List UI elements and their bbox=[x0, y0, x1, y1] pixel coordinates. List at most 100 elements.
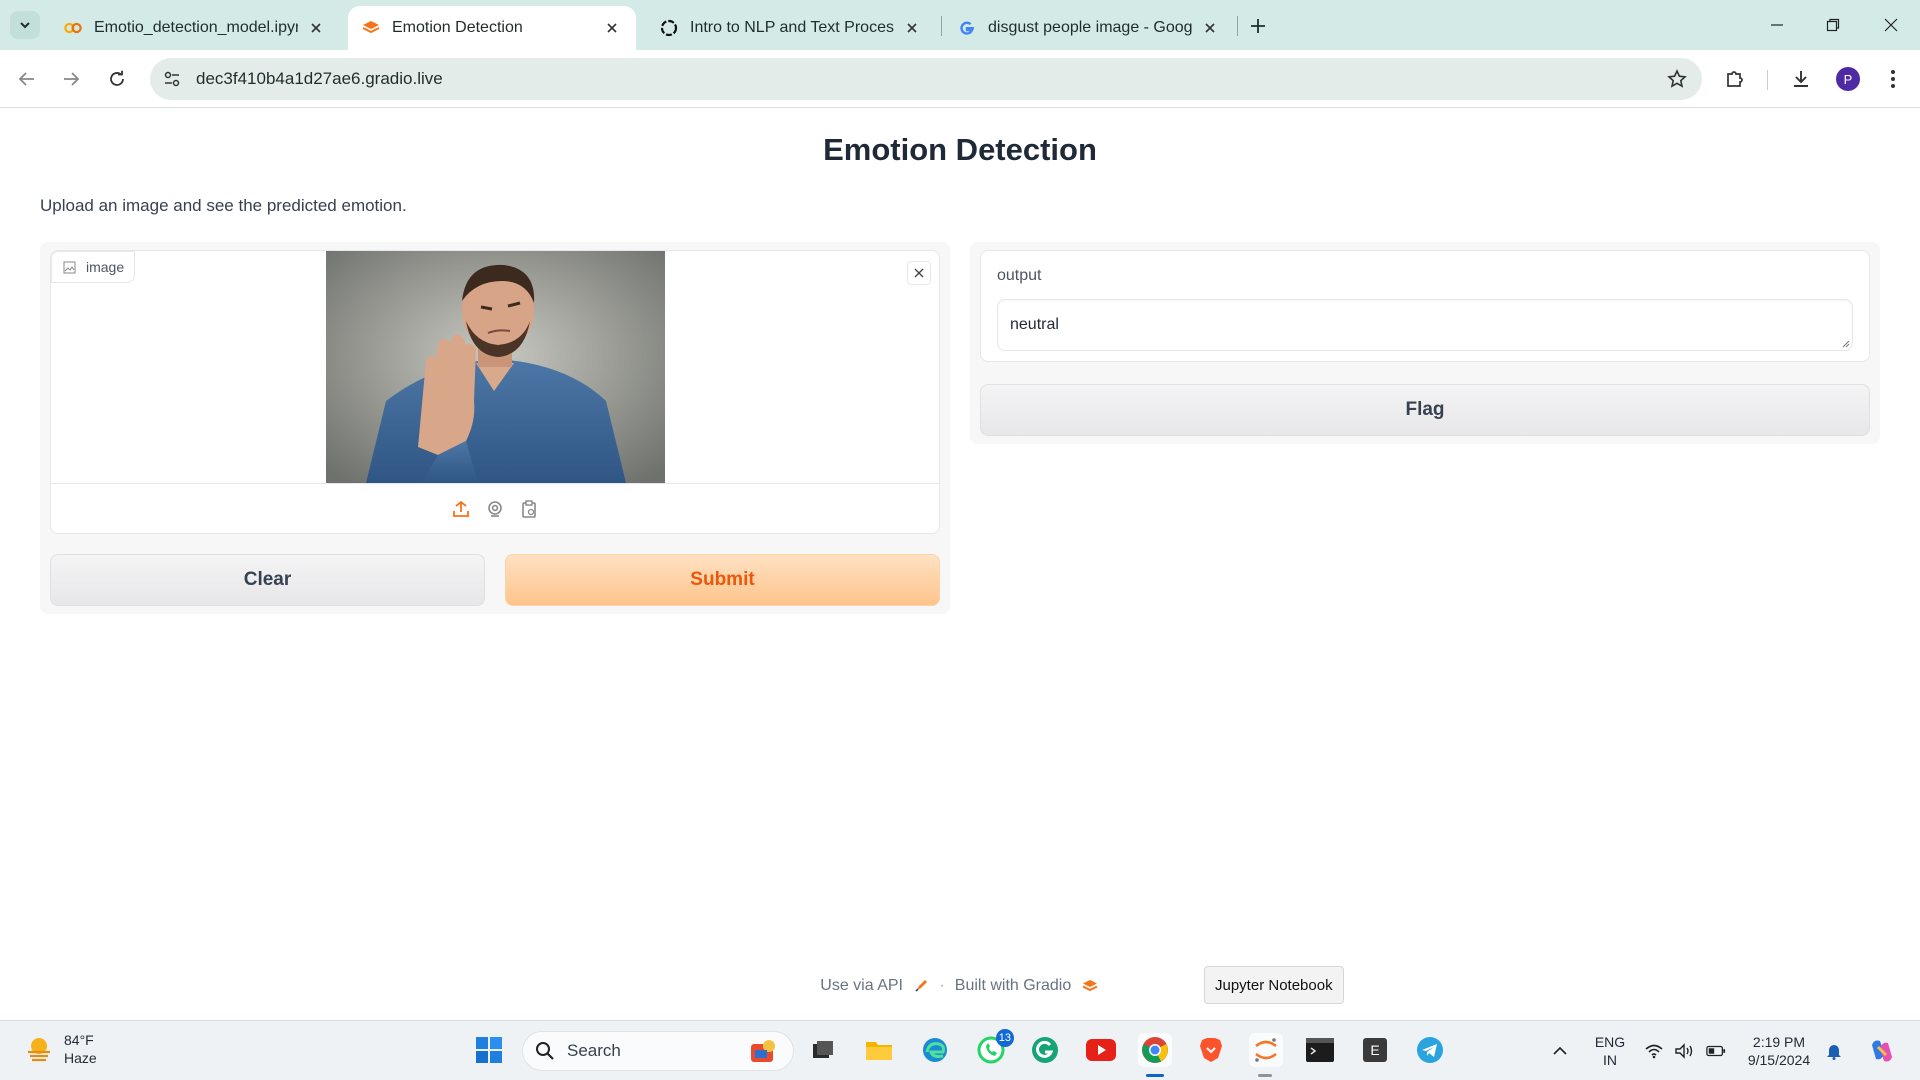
built-with-text: Built with Gradio bbox=[954, 977, 1072, 994]
api-link-text: Use via API bbox=[820, 977, 903, 994]
footer-separator: · bbox=[939, 977, 945, 994]
tab-colab[interactable]: Emotio_detection_model.ipynb bbox=[50, 6, 340, 50]
browser-menu-button[interactable] bbox=[1880, 66, 1906, 92]
back-button[interactable] bbox=[14, 66, 40, 92]
edge-icon bbox=[923, 1038, 947, 1062]
youtube-app[interactable] bbox=[1084, 1033, 1118, 1067]
minimize-button[interactable] bbox=[1764, 12, 1790, 38]
close-window-button[interactable] bbox=[1878, 12, 1904, 38]
wifi-icon[interactable] bbox=[1644, 1041, 1664, 1061]
address-bar[interactable]: dec3f410b4a1d27ae6.gradio.live bbox=[150, 58, 1702, 100]
plus-icon bbox=[1251, 19, 1265, 33]
close-tab-icon[interactable] bbox=[1200, 18, 1220, 38]
terminal-icon bbox=[1306, 1038, 1334, 1062]
output-value: neutral bbox=[1010, 316, 1059, 333]
taskbar-search-label: Search bbox=[567, 1041, 621, 1060]
taskbar-tooltip: Jupyter Notebook bbox=[1204, 966, 1344, 1004]
openai-icon bbox=[660, 19, 678, 37]
image-source-bar bbox=[51, 483, 939, 533]
task-view-button[interactable] bbox=[806, 1033, 840, 1067]
search-highlight-icon bbox=[751, 1040, 775, 1062]
forward-button[interactable] bbox=[58, 66, 84, 92]
tab-title: Emotio_detection_model.ipynb bbox=[94, 19, 298, 36]
page-footer: Use via API · Built with Gradio bbox=[0, 977, 1920, 995]
volume-icon[interactable] bbox=[1674, 1041, 1694, 1061]
minimize-icon bbox=[1771, 24, 1783, 26]
extensions-button[interactable] bbox=[1722, 66, 1748, 92]
tab-separator bbox=[1237, 16, 1238, 36]
weather-widget[interactable]: 84°F Haze bbox=[24, 1031, 97, 1067]
edge-app[interactable] bbox=[918, 1033, 952, 1067]
haze-sun-icon bbox=[28, 1038, 50, 1062]
brave-lion-icon bbox=[1200, 1038, 1222, 1062]
taskbar-search[interactable]: Search bbox=[522, 1031, 794, 1071]
region-code: IN bbox=[1603, 1052, 1617, 1068]
clock-time: 2:19 PM bbox=[1752, 1034, 1806, 1050]
start-button[interactable] bbox=[472, 1033, 506, 1067]
tab-search-button[interactable] bbox=[10, 11, 40, 39]
tab-title: Emotion Detection bbox=[392, 19, 523, 36]
image-label-text: image bbox=[86, 259, 125, 275]
arrow-right-icon bbox=[64, 72, 80, 86]
image-input-label: image bbox=[51, 251, 136, 283]
arrow-left-icon bbox=[18, 72, 34, 86]
telegram-app[interactable] bbox=[1413, 1033, 1447, 1067]
clipboard-source-button[interactable] bbox=[518, 498, 540, 520]
profile-avatar[interactable]: P bbox=[1836, 67, 1860, 91]
image-icon bbox=[62, 260, 76, 274]
flag-button[interactable]: Flag bbox=[980, 384, 1870, 436]
file-explorer-app[interactable] bbox=[862, 1033, 896, 1067]
copilot-icon[interactable] bbox=[1868, 1037, 1896, 1065]
resize-handle-icon[interactable] bbox=[1840, 338, 1850, 348]
close-tab-icon[interactable] bbox=[902, 18, 922, 38]
uploaded-photo bbox=[326, 251, 665, 483]
language-code: ENG bbox=[1594, 1034, 1626, 1050]
clear-button[interactable]: Clear bbox=[50, 554, 485, 606]
clock-date: 9/15/2024 bbox=[1747, 1052, 1811, 1068]
output-textbox[interactable]: neutral bbox=[997, 299, 1853, 351]
chrome-app[interactable] bbox=[1138, 1033, 1172, 1067]
tab-emotion-detection[interactable]: Emotion Detection bbox=[348, 6, 636, 50]
language-indicator[interactable]: ENG IN bbox=[1592, 1033, 1628, 1069]
tab-title: disgust people image - Google bbox=[988, 19, 1192, 36]
tab-intro-nlp[interactable]: Intro to NLP and Text Processing bbox=[646, 6, 936, 50]
terminal-app[interactable] bbox=[1303, 1033, 1337, 1067]
bookmark-star-icon[interactable] bbox=[1666, 68, 1688, 90]
running-app-indicator bbox=[1258, 1074, 1272, 1077]
close-tab-icon[interactable] bbox=[602, 18, 622, 38]
page-title: Emotion Detection bbox=[823, 132, 1097, 167]
brave-app[interactable] bbox=[1194, 1033, 1228, 1067]
rocket-icon bbox=[915, 979, 928, 992]
image-input[interactable]: image bbox=[50, 250, 940, 534]
system-clock[interactable]: 2:19 PM 9/15/2024 bbox=[1742, 1033, 1816, 1069]
upload-icon bbox=[453, 500, 469, 517]
upload-source-button[interactable] bbox=[450, 498, 472, 520]
battery-icon[interactable] bbox=[1706, 1041, 1726, 1061]
close-icon bbox=[1884, 18, 1898, 32]
submit-button[interactable]: Submit bbox=[505, 554, 940, 606]
reload-button[interactable] bbox=[104, 66, 130, 92]
whatsapp-app[interactable]: 13 bbox=[974, 1029, 1014, 1067]
close-icon bbox=[914, 268, 924, 278]
webcam-source-button[interactable] bbox=[484, 498, 506, 520]
e-app[interactable]: E bbox=[1358, 1033, 1392, 1067]
url-text[interactable]: dec3f410b4a1d27ae6.gradio.live bbox=[196, 69, 443, 89]
jupyter-app[interactable] bbox=[1249, 1033, 1283, 1067]
restore-button[interactable] bbox=[1820, 12, 1846, 38]
grammarly-app[interactable] bbox=[1028, 1033, 1062, 1067]
folder-icon bbox=[866, 1042, 892, 1060]
built-with-gradio-link[interactable]: Built with Gradio bbox=[955, 977, 1098, 995]
colab-icon bbox=[64, 19, 82, 37]
tab-google-search[interactable]: disgust people image - Google bbox=[944, 6, 1234, 50]
notifications-bell-icon[interactable] bbox=[1824, 1041, 1844, 1061]
new-tab-button[interactable] bbox=[1245, 13, 1271, 39]
youtube-icon bbox=[1086, 1039, 1116, 1061]
e-app-icon: E bbox=[1363, 1038, 1387, 1062]
site-settings-icon[interactable] bbox=[162, 69, 182, 89]
show-hidden-icons-button[interactable] bbox=[1550, 1041, 1570, 1061]
remove-image-button[interactable] bbox=[907, 261, 931, 285]
browser-toolbar: dec3f410b4a1d27ae6.gradio.live P bbox=[0, 50, 1920, 108]
downloads-button[interactable] bbox=[1788, 66, 1814, 92]
use-via-api-link[interactable]: Use via API bbox=[820, 977, 929, 995]
close-tab-icon[interactable] bbox=[306, 18, 326, 38]
